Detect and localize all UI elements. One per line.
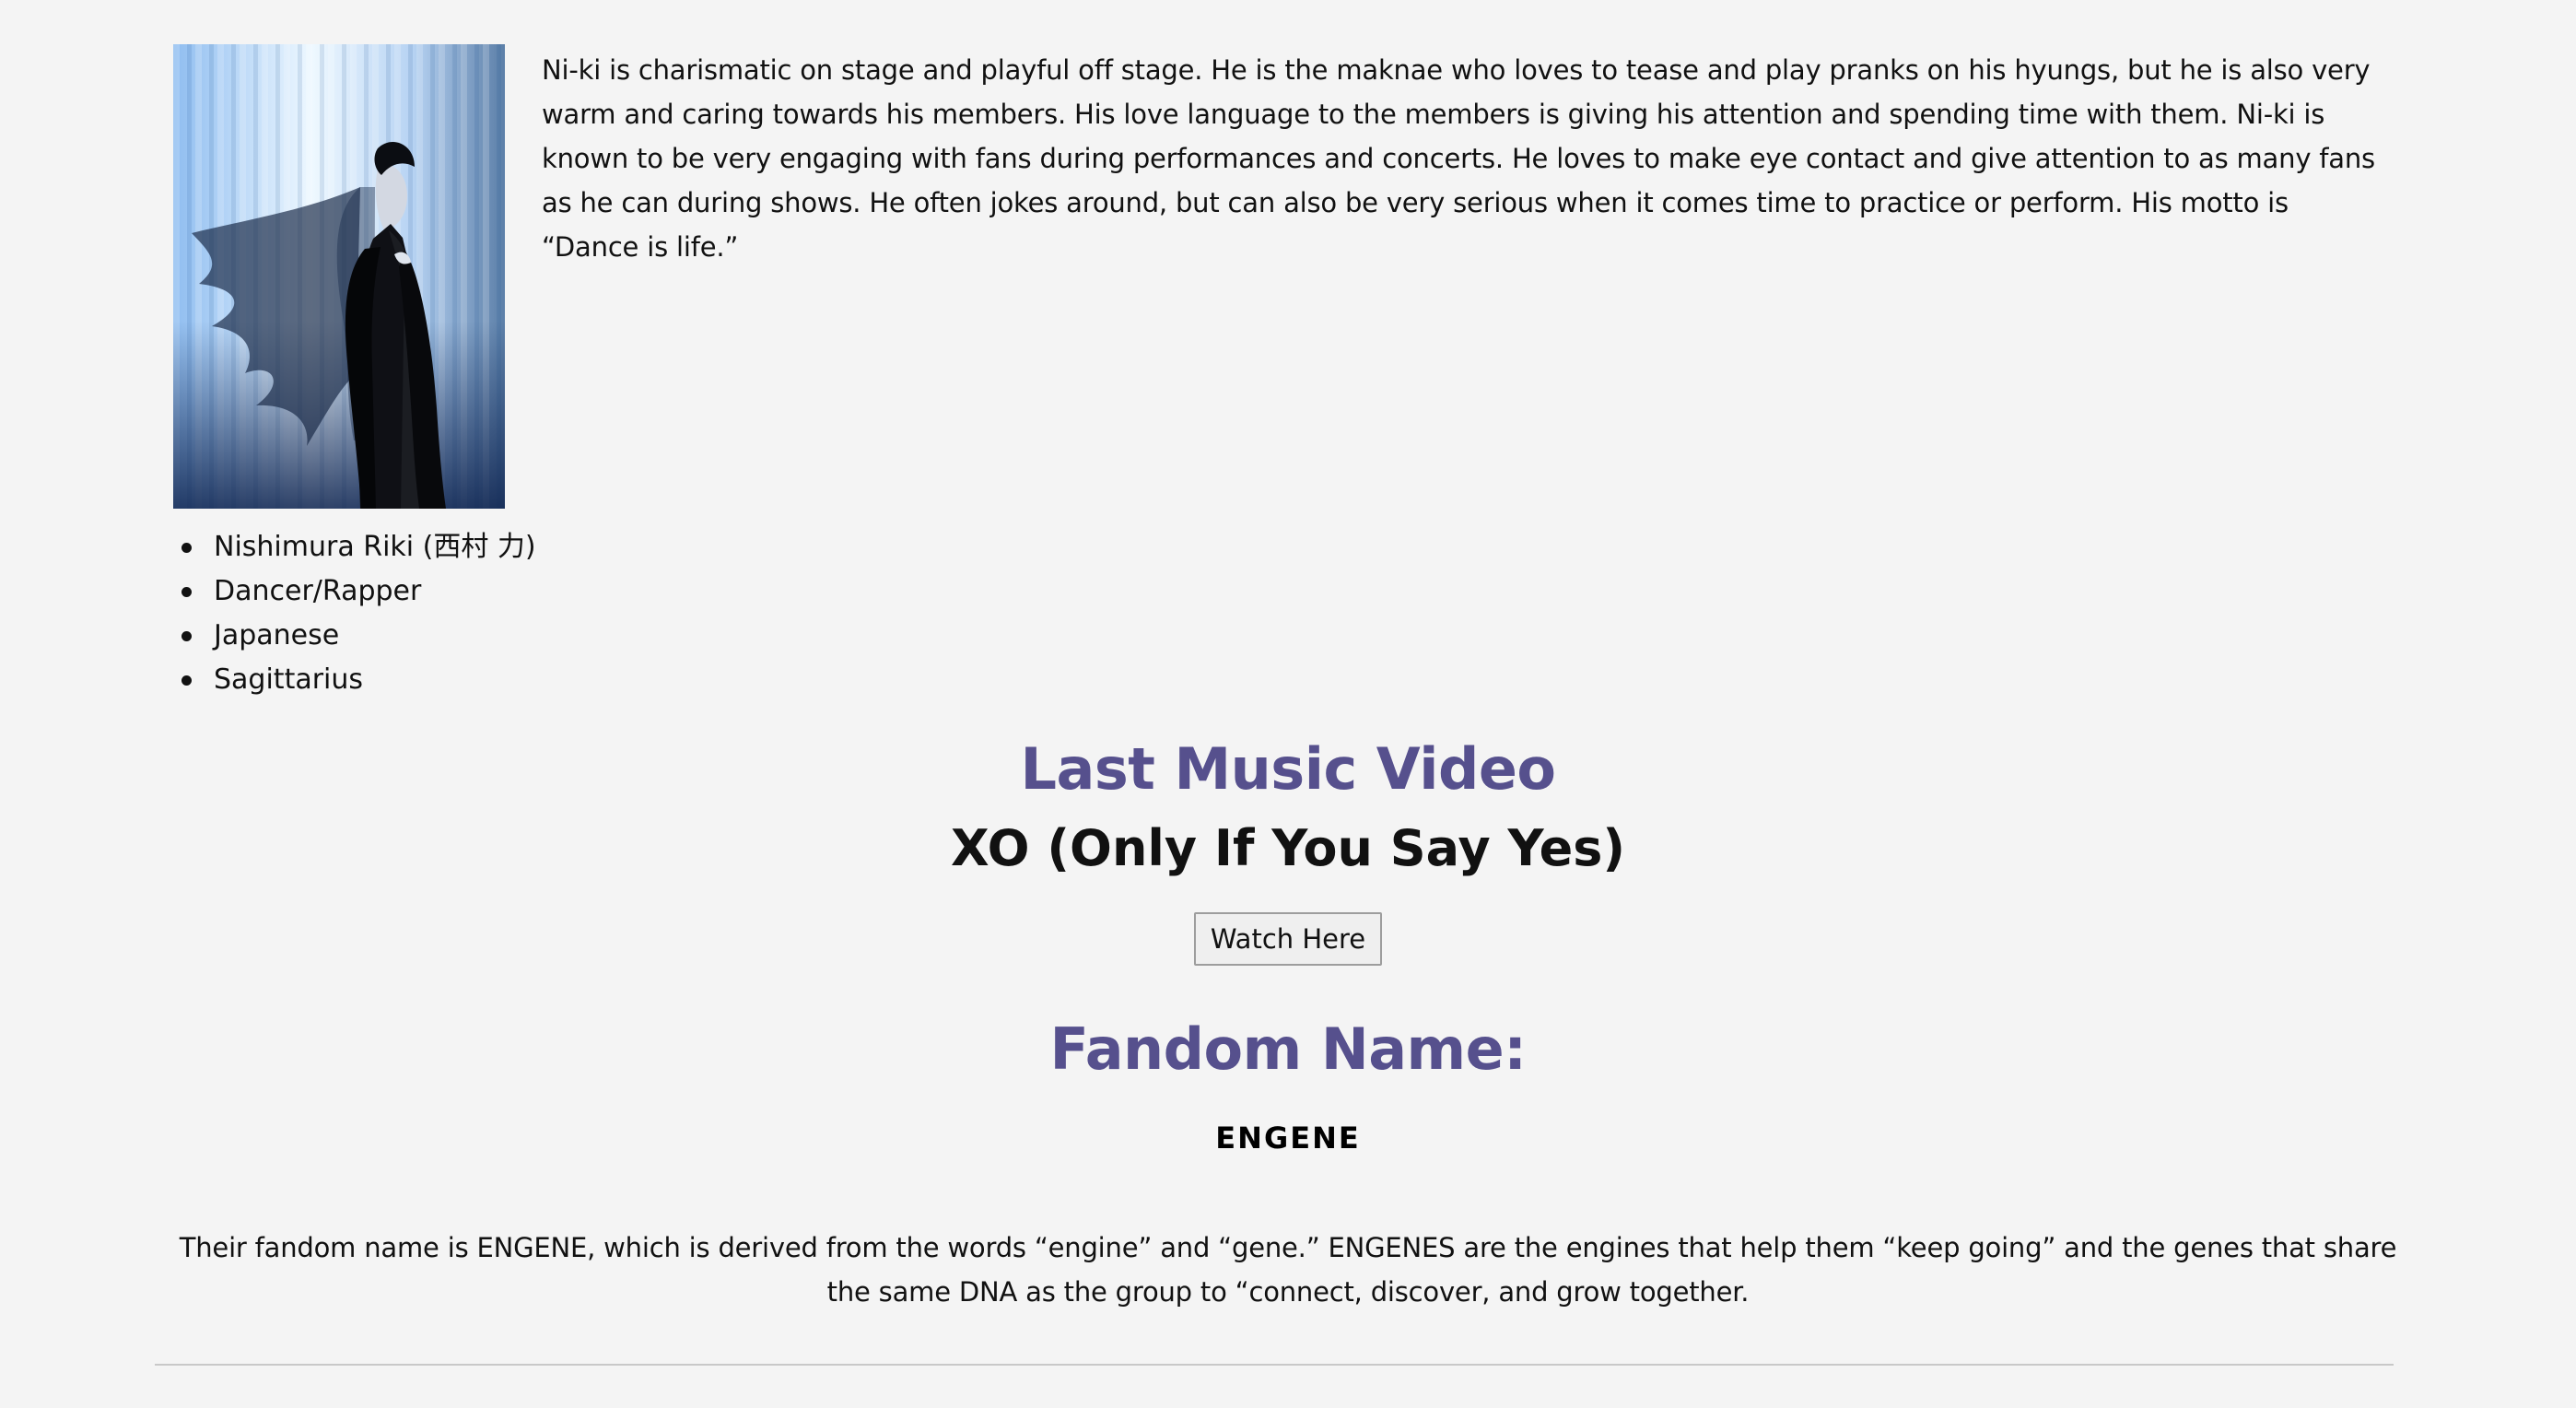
- member-fact-position: Dancer/Rapper: [173, 569, 818, 614]
- fandom-name-heading: Fandom Name:: [1049, 1015, 1527, 1083]
- section-divider: [155, 1364, 2394, 1366]
- member-fact-name: Nishimura Riki (西村 力): [173, 525, 818, 569]
- member-bio: Ni-ki is charismatic on stage and playfu…: [542, 54, 2375, 263]
- member-photo: [173, 44, 505, 509]
- member-profile: Ni-ki is charismatic on stage and playfu…: [173, 44, 2403, 708]
- member-fact-zodiac: Sagittarius: [173, 658, 818, 702]
- last-music-video-heading: Last Music Video: [1020, 735, 1556, 803]
- member-fact-nationality: Japanese: [173, 614, 818, 658]
- member-facts-list: Nishimura Riki (西村 力) Dancer/Rapper Japa…: [173, 525, 818, 702]
- fandom-description: Their fandom name is ENGENE, which is de…: [179, 1232, 2397, 1308]
- watch-button-wrapper: Watch Here: [0, 912, 2576, 966]
- watch-here-button[interactable]: Watch Here: [1193, 912, 1383, 966]
- page: Ni-ki is charismatic on stage and playfu…: [0, 0, 2576, 1408]
- fandom-name-value: ENGENE: [1215, 1121, 1361, 1156]
- last-music-video-title: XO (Only If You Say Yes): [950, 819, 1626, 877]
